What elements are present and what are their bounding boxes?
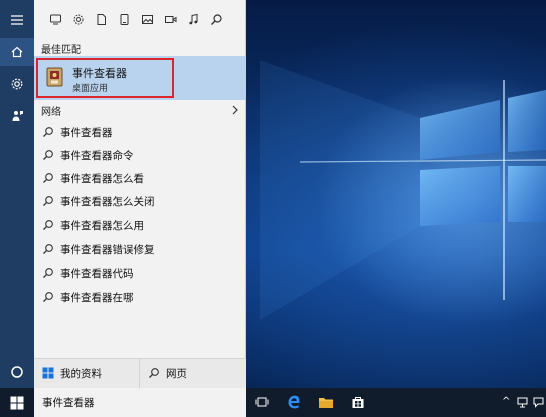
search-icon — [43, 292, 53, 302]
start-button[interactable] — [0, 388, 34, 417]
suggestion-text: 事件查看器怎么看 — [60, 173, 144, 185]
search-icon — [43, 244, 53, 254]
filter-web-search[interactable] — [205, 7, 228, 31]
search-icon — [43, 150, 53, 160]
web-suggestion[interactable]: 事件查看器怎么用 — [34, 214, 246, 237]
filter-apps[interactable] — [44, 7, 67, 31]
videos-icon — [165, 15, 177, 23]
tray-overflow-chevron-icon[interactable]: ^ — [502, 396, 510, 407]
suggestion-text: 事件查看器 — [60, 127, 113, 139]
filter-folders[interactable] — [113, 7, 136, 31]
suggestion-text: 事件查看器错误修复 — [60, 244, 155, 256]
search-icon — [211, 13, 222, 25]
windows-logo-icon — [42, 367, 54, 379]
web-suggestion[interactable]: 事件查看器 — [34, 121, 246, 144]
search-icon — [149, 368, 159, 378]
hamburger-menu-button[interactable] — [0, 6, 34, 34]
filter-photos[interactable] — [136, 7, 159, 31]
web-suggestion[interactable]: 事件查看器命令 — [34, 144, 246, 167]
event-viewer-app-icon — [46, 67, 63, 87]
filter-music[interactable] — [182, 7, 205, 31]
web-suggestion[interactable]: 事件查看器怎么关闭 — [34, 190, 246, 213]
photos-icon — [142, 14, 153, 24]
cortana-circle-icon — [11, 366, 23, 378]
filter-videos[interactable] — [159, 7, 182, 31]
start-rail — [0, 0, 34, 388]
filter-settings[interactable] — [67, 7, 90, 31]
network-icon[interactable] — [517, 397, 528, 408]
taskbar: 事件查看器 ^ — [0, 388, 546, 417]
store-bag-icon — [352, 397, 364, 408]
taskbar-search-box[interactable]: 事件查看器 — [34, 388, 246, 417]
windows-logo-icon — [10, 396, 24, 409]
apps-icon — [50, 14, 61, 24]
task-view-icon — [255, 397, 269, 407]
hamburger-icon — [11, 15, 23, 25]
web-suggestion[interactable]: 事件查看器代码 — [34, 262, 246, 285]
web-suggestion[interactable]: 事件查看器在哪 — [34, 286, 246, 309]
best-match-result[interactable]: 事件查看器 桌面应用 — [34, 56, 246, 100]
web-suggestion[interactable]: 事件查看器怎么看 — [34, 167, 246, 190]
documents-icon — [97, 13, 106, 25]
web-label: 网页 — [166, 368, 187, 380]
suggestion-text: 事件查看器怎么关闭 — [60, 196, 155, 208]
search-icon — [43, 220, 53, 230]
web-header-label: 网络 — [41, 107, 61, 118]
suggestion-text: 事件查看器命令 — [60, 150, 134, 162]
folders-icon — [120, 13, 129, 25]
store-button[interactable] — [349, 393, 367, 411]
suggestion-text: 事件查看器代码 — [60, 268, 134, 280]
notebook-settings-button[interactable] — [0, 70, 34, 98]
web-suggestion[interactable]: 事件查看器错误修复 — [34, 238, 246, 261]
search-icon — [43, 127, 53, 137]
folder-icon — [319, 398, 333, 408]
best-match-title: 事件查看器 — [72, 67, 127, 80]
search-input[interactable]: 事件查看器 — [42, 395, 95, 410]
search-results-panel: 最佳匹配 事件查看器 桌面应用 网络 事件查看器 事件查看器命令 事件查看器怎么… — [34, 0, 246, 389]
edge-icon — [288, 395, 300, 409]
web-button[interactable]: 网页 — [139, 359, 246, 389]
my-stuff-button[interactable]: 我的资料 — [34, 359, 138, 389]
filter-bar — [34, 0, 246, 38]
feedback-button[interactable] — [0, 102, 34, 130]
search-icon — [43, 268, 53, 278]
suggestion-text: 事件查看器怎么用 — [60, 220, 144, 232]
suggestion-text: 事件查看器在哪 — [60, 292, 134, 304]
task-view-button[interactable] — [253, 393, 271, 411]
web-section-header[interactable]: 网络 — [34, 101, 246, 119]
home-icon — [11, 46, 23, 58]
music-icon — [189, 13, 198, 24]
my-stuff-label: 我的资料 — [60, 368, 102, 380]
settings-icon — [73, 14, 84, 24]
file-explorer-button[interactable] — [317, 393, 335, 411]
person-feedback-icon — [12, 111, 23, 121]
action-center-icon[interactable] — [533, 397, 544, 408]
gear-icon — [11, 78, 23, 90]
filter-documents[interactable] — [90, 7, 113, 31]
cortana-button[interactable] — [0, 358, 34, 386]
best-match-header: 最佳匹配 — [41, 45, 81, 56]
chevron-right-icon — [232, 105, 238, 115]
scope-tabs: 我的资料 网页 — [34, 358, 246, 389]
search-icon — [43, 173, 53, 183]
best-match-subtitle: 桌面应用 — [72, 84, 109, 94]
home-button[interactable] — [0, 38, 34, 66]
search-icon — [43, 196, 53, 206]
edge-browser-button[interactable] — [285, 393, 303, 411]
